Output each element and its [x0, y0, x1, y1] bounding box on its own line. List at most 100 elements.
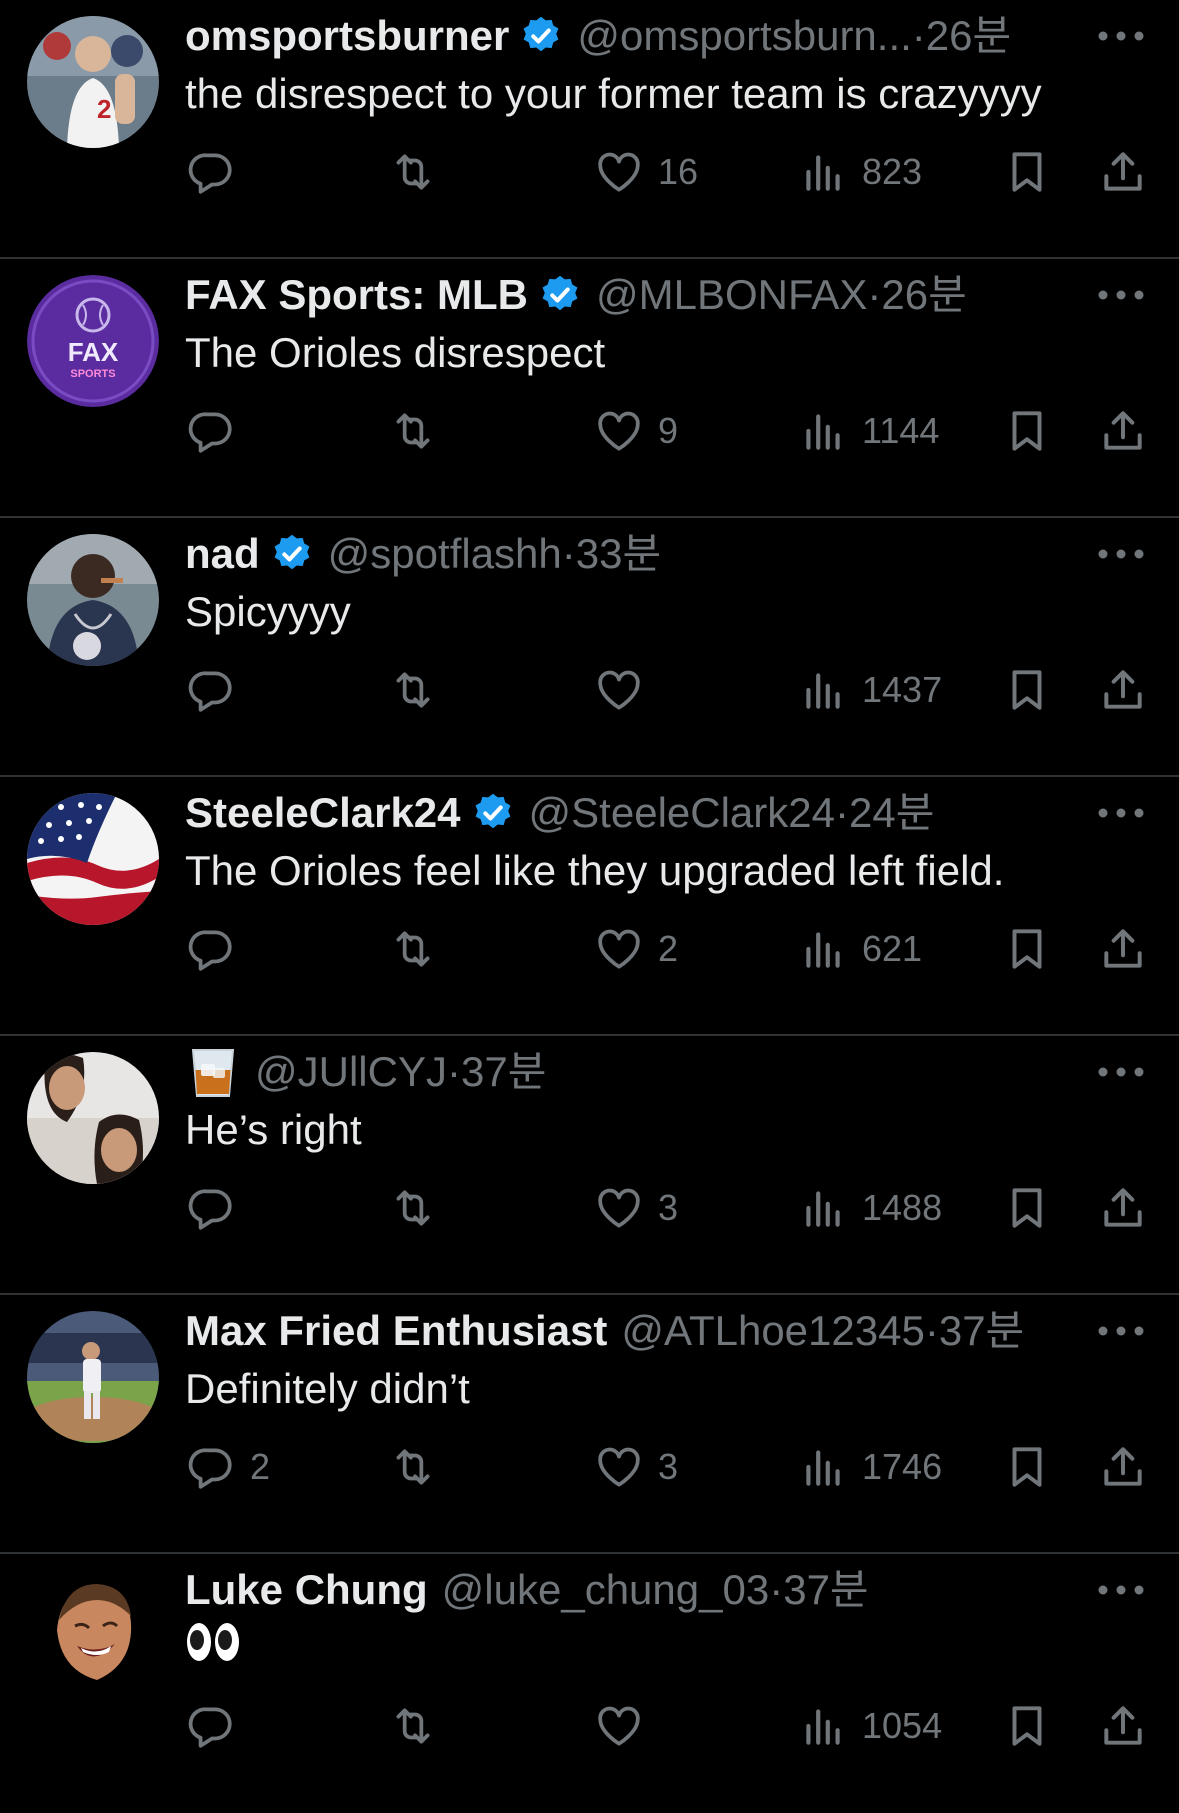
- views-button[interactable]: 1746: [798, 1435, 942, 1499]
- display-name[interactable]: nad: [185, 528, 260, 580]
- bookmark-button[interactable]: [1002, 917, 1052, 981]
- share-button[interactable]: [1098, 399, 1148, 463]
- tweet-item[interactable]: nad @spotflashh · 33분 Spicyyyy 1437: [0, 518, 1179, 777]
- like-button[interactable]: 9: [594, 399, 678, 463]
- bookmark-button[interactable]: [1002, 1176, 1052, 1240]
- avatar[interactable]: [27, 1311, 159, 1443]
- tweet-item[interactable]: 2 omsportsburner @omsportsburn... · 26분 …: [0, 0, 1179, 259]
- bookmark-button[interactable]: [1002, 399, 1052, 463]
- views-button[interactable]: 823: [798, 140, 922, 204]
- avatar[interactable]: [27, 1052, 159, 1184]
- like-button[interactable]: 2: [594, 917, 678, 981]
- bookmark-button[interactable]: [1002, 140, 1052, 204]
- tweet-item[interactable]: SteeleClark24 @SteeleClark24 · 24분 The O…: [0, 777, 1179, 1036]
- like-button[interactable]: 3: [594, 1176, 678, 1240]
- display-name[interactable]: Max Fried Enthusiast: [185, 1305, 607, 1357]
- retweet-button[interactable]: [388, 658, 452, 722]
- heart-icon: [598, 1447, 640, 1487]
- action-bar: 2 621: [0, 917, 1179, 981]
- retweet-button[interactable]: [388, 1176, 452, 1240]
- bar-chart-icon: [806, 1450, 840, 1486]
- more-options-icon[interactable]: [1095, 536, 1147, 572]
- avatar[interactable]: [27, 534, 159, 666]
- display-name[interactable]: FAX Sports: MLB: [185, 269, 528, 321]
- avatar[interactable]: FAX SPORTS: [27, 275, 159, 407]
- reply-button[interactable]: [186, 399, 250, 463]
- tweet-item[interactable]: @JUllCYJ · 37분 He’s right 3 1488: [0, 1036, 1179, 1295]
- handle[interactable]: @JUllCYJ: [255, 1046, 447, 1098]
- like-button[interactable]: 3: [594, 1435, 678, 1499]
- bookmark-button[interactable]: [1002, 1435, 1052, 1499]
- handle[interactable]: @ATLhoe12345: [621, 1305, 924, 1357]
- display-name[interactable]: SteeleClark24: [185, 787, 461, 839]
- reply-icon: [188, 412, 232, 453]
- retweet-button[interactable]: [388, 399, 452, 463]
- bookmark-button[interactable]: [1002, 1694, 1052, 1758]
- reply-button[interactable]: [186, 1176, 250, 1240]
- views-button[interactable]: 1488: [798, 1176, 942, 1240]
- display-name[interactable]: omsportsburner: [185, 10, 509, 62]
- handle[interactable]: @spotflashh: [328, 528, 562, 580]
- retweet-button[interactable]: [388, 917, 452, 981]
- action-bar: 9 1144: [0, 399, 1179, 463]
- bookmark-button[interactable]: [1002, 658, 1052, 722]
- share-button[interactable]: [1098, 917, 1148, 981]
- like-button[interactable]: [594, 1694, 658, 1758]
- like-button[interactable]: 16: [594, 140, 698, 204]
- timestamp[interactable]: 37분: [461, 1046, 546, 1098]
- reply-button[interactable]: [186, 1694, 250, 1758]
- share-button[interactable]: [1098, 1176, 1148, 1240]
- bar-chart-icon: [806, 673, 840, 709]
- reply-count: 2: [250, 1446, 271, 1487]
- handle[interactable]: @luke_chung_03: [442, 1564, 770, 1616]
- tweet-text: The Orioles disrespect: [185, 329, 606, 376]
- more-options-icon[interactable]: [1095, 795, 1147, 831]
- tweet-text: the disrespect to your former team is cr…: [185, 70, 1042, 117]
- tweet-item[interactable]: FAX SPORTS FAX Sports: MLB @MLBONFAX · 2…: [0, 259, 1179, 518]
- views-button[interactable]: 621: [798, 917, 922, 981]
- reply-button[interactable]: [186, 658, 250, 722]
- tweet-item[interactable]: Max Fried Enthusiast @ATLhoe12345 · 37분 …: [0, 1295, 1179, 1554]
- handle[interactable]: @SteeleClark24: [529, 787, 835, 839]
- handle[interactable]: @MLBONFAX: [596, 269, 867, 321]
- heart-icon: [598, 411, 640, 451]
- avatar[interactable]: [27, 1570, 159, 1702]
- more-options-icon[interactable]: [1095, 1313, 1147, 1349]
- share-button[interactable]: [1098, 658, 1148, 722]
- more-options-icon[interactable]: [1095, 1572, 1147, 1608]
- avatar[interactable]: [27, 793, 159, 925]
- timestamp[interactable]: 26분: [881, 269, 966, 321]
- heart-icon: [598, 670, 640, 710]
- reply-button[interactable]: [186, 917, 250, 981]
- separator-dot: ·: [911, 12, 926, 59]
- like-button[interactable]: [594, 658, 658, 722]
- share-button[interactable]: [1098, 1435, 1148, 1499]
- more-options-icon[interactable]: [1095, 18, 1147, 54]
- tweet-item[interactable]: Luke Chung @luke_chung_03 · 37분 1054: [0, 1554, 1179, 1813]
- timestamp[interactable]: 37분: [783, 1564, 868, 1616]
- views-button[interactable]: 1437: [798, 658, 942, 722]
- timestamp[interactable]: 24분: [849, 787, 934, 839]
- retweet-button[interactable]: [388, 1694, 452, 1758]
- share-button[interactable]: [1098, 140, 1148, 204]
- tweet-text: [185, 1620, 1139, 1678]
- reply-button[interactable]: [186, 140, 250, 204]
- views-button[interactable]: 1144: [798, 399, 939, 463]
- share-icon: [1104, 152, 1142, 191]
- more-options-icon[interactable]: [1095, 1054, 1147, 1090]
- display-name[interactable]: Luke Chung: [185, 1564, 428, 1616]
- reply-button[interactable]: 2: [186, 1435, 270, 1499]
- timestamp[interactable]: 37분: [939, 1305, 1024, 1357]
- retweet-button[interactable]: [388, 140, 452, 204]
- more-options-icon[interactable]: [1095, 277, 1147, 313]
- reply-icon: [188, 1707, 232, 1748]
- share-button[interactable]: [1098, 1694, 1148, 1758]
- action-bar: 16 823: [0, 140, 1179, 204]
- handle[interactable]: @omsportsburn...: [577, 10, 911, 62]
- timestamp[interactable]: 33분: [576, 528, 661, 580]
- timestamp[interactable]: 26분: [926, 10, 1011, 62]
- avatar[interactable]: 2: [27, 16, 159, 148]
- action-bar: 3 1488: [0, 1176, 1179, 1240]
- views-button[interactable]: 1054: [798, 1694, 942, 1758]
- retweet-button[interactable]: [388, 1435, 452, 1499]
